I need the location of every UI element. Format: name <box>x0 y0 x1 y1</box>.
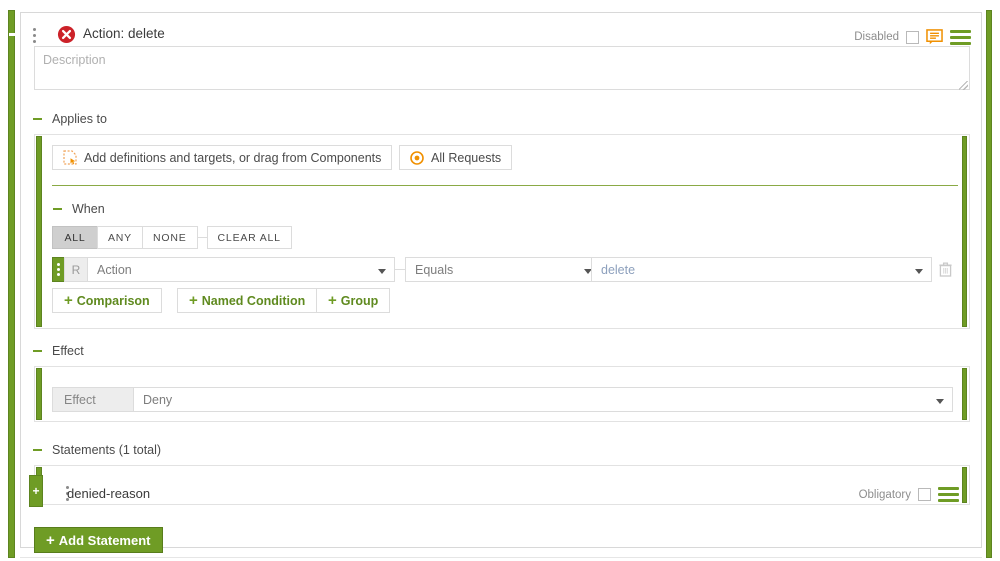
when-mode-all[interactable]: ALL <box>52 226 98 249</box>
effect-value: Deny <box>143 393 172 407</box>
effect-section-header[interactable]: Effect <box>33 343 84 359</box>
applies-to-divider <box>52 185 958 186</box>
error-circle-x-icon <box>57 25 76 44</box>
obligatory-label: Obligatory <box>859 489 911 501</box>
collapse-minus-icon[interactable] <box>53 208 62 210</box>
when-mode-any[interactable]: ANY <box>97 226 143 249</box>
chevron-down-icon <box>378 269 386 274</box>
comment-bubble-icon[interactable] <box>926 29 943 45</box>
disabled-label: Disabled <box>854 31 899 43</box>
action-card: Action: delete Disabled Applies to <box>20 12 982 548</box>
collapse-minus-icon[interactable] <box>33 449 42 451</box>
condition-value: delete <box>601 263 635 277</box>
condition-attribute-select[interactable]: Action <box>87 257 395 282</box>
clear-all-button[interactable]: CLEAR ALL <box>207 226 292 249</box>
textarea-resize-handle[interactable] <box>959 81 968 90</box>
policy-rail-right <box>986 10 992 558</box>
target-radio-icon <box>410 151 424 165</box>
statement-rail-right <box>962 467 967 503</box>
description-input[interactable] <box>34 46 970 90</box>
add-group-label: Group <box>341 294 379 308</box>
all-requests-label: All Requests <box>431 151 501 165</box>
when-mode-segmented-control[interactable]: ALL ANY NONE CLEAR ALL <box>52 226 292 249</box>
applies-to-label: Applies to <box>52 112 107 126</box>
effect-rail-right <box>962 368 967 420</box>
all-requests-button[interactable]: All Requests <box>399 145 512 170</box>
add-comparison-label: Comparison <box>77 294 150 308</box>
page-title: Action: delete <box>83 26 165 41</box>
statement-expand-plus-button[interactable]: + <box>29 475 43 507</box>
plus-icon: + <box>328 293 337 308</box>
effect-label: Effect <box>52 344 84 358</box>
condition-trash-icon[interactable] <box>939 262 952 277</box>
condition-value-select[interactable]: delete <box>591 257 932 282</box>
applies-to-section-header[interactable]: Applies to <box>33 111 107 127</box>
collapse-minus-icon[interactable] <box>33 350 42 352</box>
effect-value-select[interactable]: Deny <box>133 387 953 412</box>
add-named-condition-label: Named Condition <box>202 294 305 308</box>
effect-field-label: Effect <box>52 387 134 412</box>
plus-icon: + <box>46 533 55 548</box>
when-mode-none[interactable]: NONE <box>142 226 198 249</box>
statement-row <box>34 465 970 505</box>
condition-attribute-value: Action <box>97 263 132 277</box>
action-policy-editor: Action: delete Disabled Applies to <box>0 0 1000 561</box>
chevron-down-icon <box>936 399 944 404</box>
add-statement-label: Add Statement <box>59 533 151 548</box>
header-controls: Disabled <box>854 29 971 45</box>
obligatory-checkbox[interactable] <box>918 488 931 501</box>
chevron-down-icon <box>915 269 923 274</box>
dashed-document-icon <box>63 150 77 165</box>
policy-collapse-rail-left[interactable] <box>8 10 15 558</box>
when-section-header[interactable]: When <box>53 201 105 217</box>
statements-section-header[interactable]: Statements (1 total) <box>33 442 161 458</box>
statements-label: Statements (1 total) <box>52 443 161 457</box>
condition-connector-1 <box>395 269 405 270</box>
statement-hamburger-menu-icon[interactable] <box>938 487 959 502</box>
effect-rail-left[interactable] <box>36 368 42 420</box>
condition-operator-select[interactable]: Equals <box>405 257 601 282</box>
add-definitions-label: Add definitions and targets, or drag fro… <box>84 151 381 165</box>
header-hamburger-menu-icon[interactable] <box>950 30 971 45</box>
add-definitions-button[interactable]: Add definitions and targets, or drag fro… <box>52 145 392 170</box>
add-comparison-button[interactable]: + Comparison <box>52 288 162 313</box>
plus-icon: + <box>189 293 198 308</box>
add-named-condition-button[interactable]: + Named Condition <box>177 288 317 313</box>
condition-ref-badge: R <box>64 257 88 282</box>
collapse-minus-marker <box>9 33 16 36</box>
applies-to-rail-left[interactable] <box>36 136 42 327</box>
statement-controls: Obligatory <box>859 487 959 502</box>
statement-name: denied-reason <box>67 486 150 501</box>
drag-handle-icon[interactable] <box>33 28 37 44</box>
add-group-button[interactable]: + Group <box>316 288 390 313</box>
add-statement-button[interactable]: + Add Statement <box>34 527 163 553</box>
collapse-minus-icon[interactable] <box>33 118 42 120</box>
disabled-checkbox[interactable] <box>906 31 919 44</box>
applies-to-rail-right <box>962 136 967 327</box>
plus-icon: + <box>64 293 73 308</box>
condition-operator-value: Equals <box>415 263 453 277</box>
when-label: When <box>72 202 105 216</box>
bottom-divider <box>20 557 982 558</box>
